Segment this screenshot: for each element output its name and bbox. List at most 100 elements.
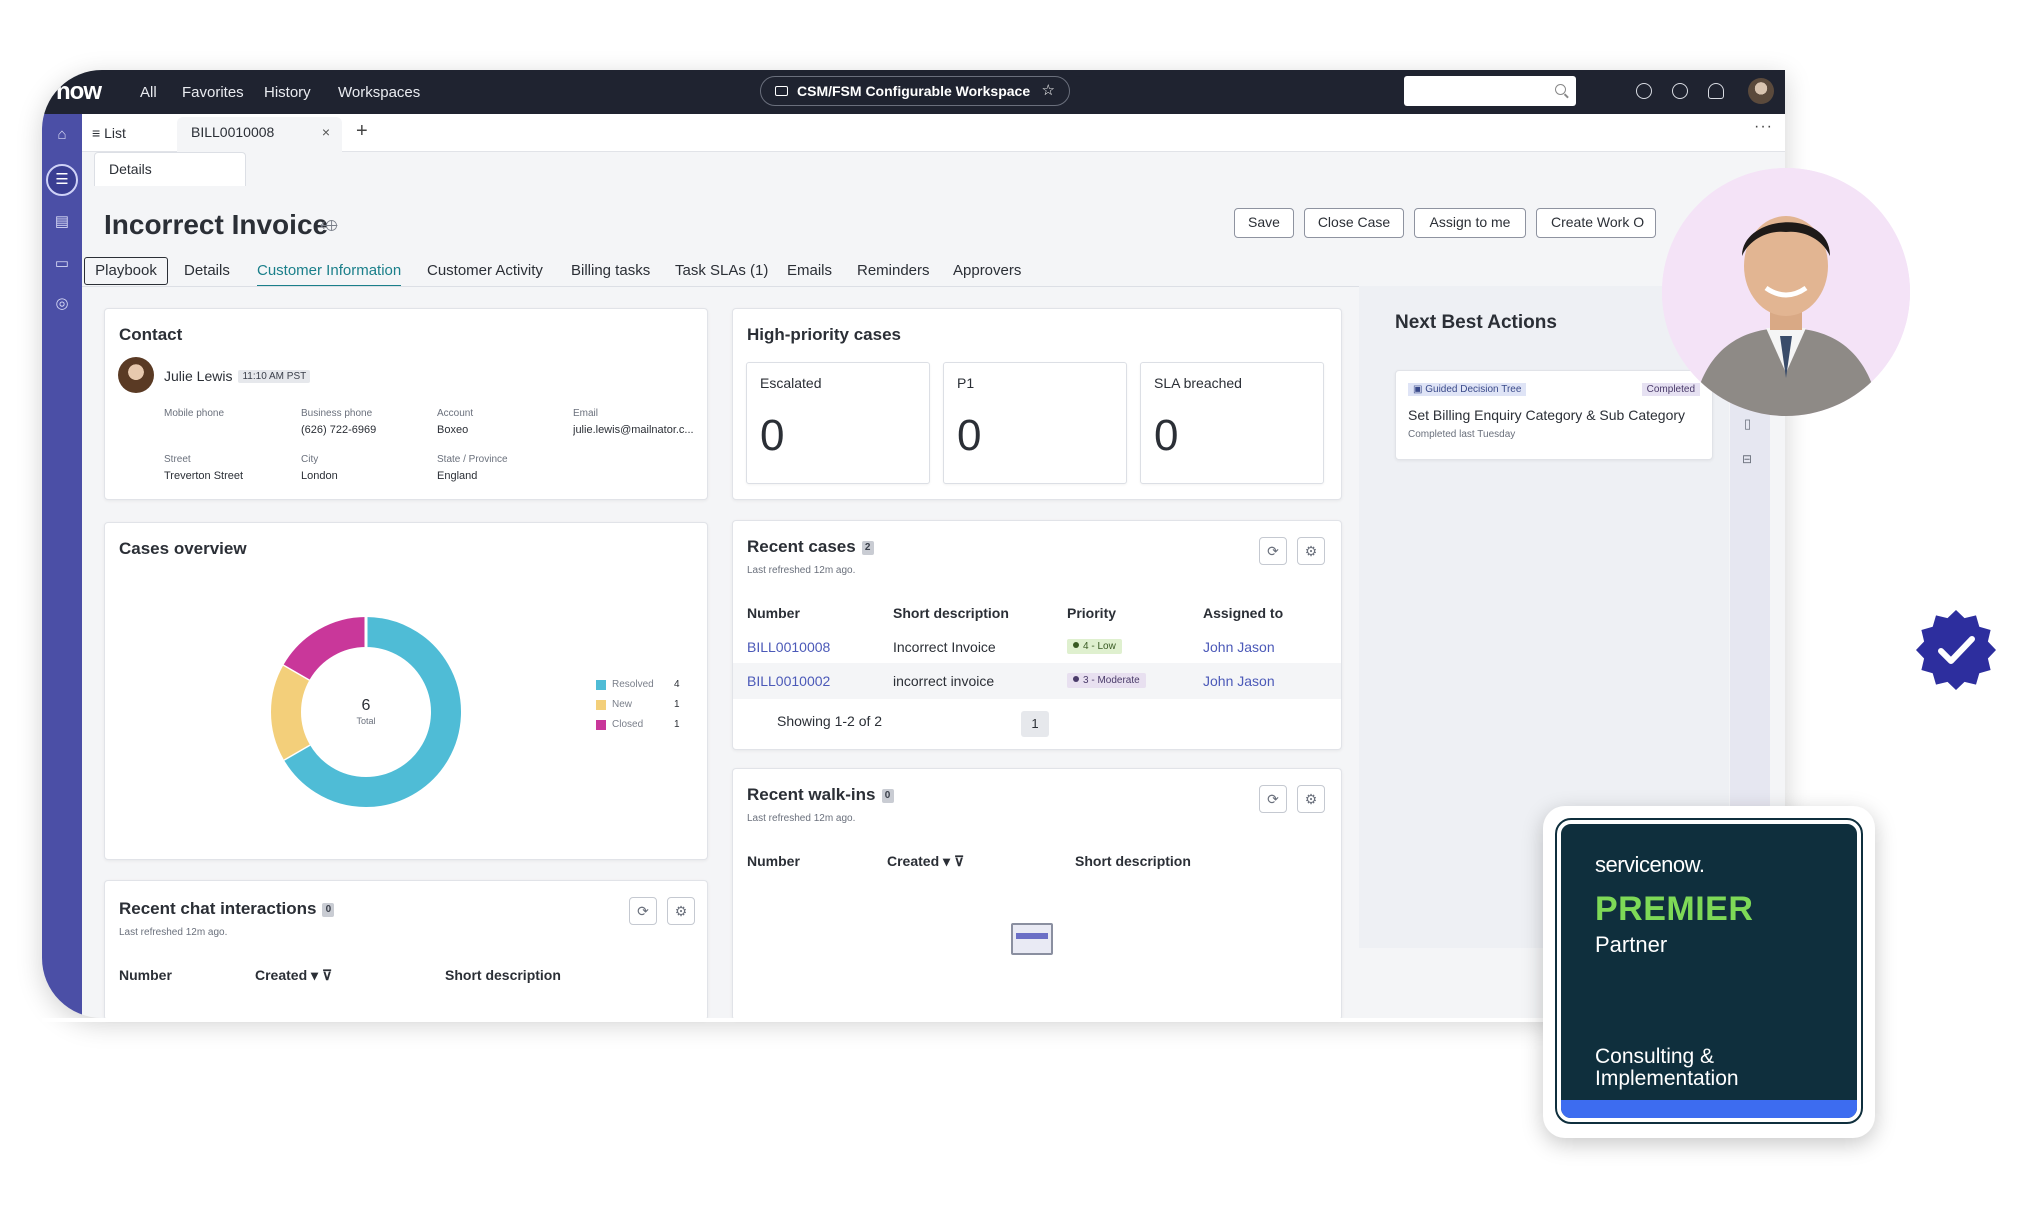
count-badge: 0 — [322, 903, 335, 917]
legend-value: 1 — [674, 699, 680, 710]
case-number-link[interactable]: BILL0010008 — [747, 639, 830, 655]
assignee-link[interactable]: John Jason — [1203, 639, 1275, 655]
tab-billing-tasks[interactable]: Billing tasks — [571, 262, 650, 279]
close-icon[interactable]: × — [322, 117, 330, 147]
save-button[interactable]: Save — [1234, 208, 1294, 238]
donut-slice-new[interactable] — [271, 664, 310, 760]
tab-emails[interactable]: Emails — [787, 262, 832, 279]
compare-icon[interactable]: ⊟ — [1742, 452, 1752, 466]
close-case-button[interactable]: Close Case — [1304, 208, 1404, 238]
details-subtab[interactable]: Details — [94, 152, 246, 186]
home-icon[interactable]: ⌂ — [51, 126, 73, 146]
list-icon[interactable]: ☰ — [46, 164, 78, 196]
kpi-p1[interactable]: P1 0 — [943, 362, 1127, 484]
search-icon[interactable] — [1555, 84, 1566, 95]
kpi-sla-breached[interactable]: SLA breached 0 — [1140, 362, 1324, 484]
nav-favorites[interactable]: Favorites — [182, 84, 244, 101]
recent-chat-card: Recent chat interactions 0 Last refreshed… — [104, 880, 708, 1020]
tab-playbook[interactable]: Playbook — [84, 257, 168, 285]
tab-customer-information[interactable]: Customer Information — [257, 262, 402, 287]
case-number-link[interactable]: BILL0010002 — [747, 673, 830, 689]
servicenow-logo[interactable]: now — [56, 78, 102, 106]
more-icon[interactable]: ··· — [1754, 118, 1773, 136]
column-header[interactable]: Priority — [1067, 605, 1116, 621]
nav-history[interactable]: History — [264, 84, 311, 101]
column-header[interactable]: Number — [747, 853, 800, 869]
field-label: Mobile phone — [164, 408, 225, 419]
gear-icon[interactable]: ⚙ — [1297, 785, 1325, 813]
legend-item[interactable]: Closed 1 — [596, 718, 696, 738]
kpi-escalated[interactable]: Escalated 0 — [746, 362, 930, 484]
premier-badge-inner: servicenow. PREMIER Partner Consulting &… — [1555, 818, 1863, 1124]
tab-approvers[interactable]: Approvers — [953, 262, 1021, 279]
column-header[interactable]: Short description — [893, 605, 1009, 621]
record-tab[interactable]: BILL0010008 × — [177, 117, 342, 152]
filter-icon[interactable]: ⊽ — [954, 853, 964, 869]
refresh-icon[interactable]: ⟳ — [629, 897, 657, 925]
nba-card-tag: ▣ Guided Decision Tree — [1408, 383, 1527, 396]
help-icon[interactable] — [1672, 83, 1688, 99]
assignee-link[interactable]: John Jason — [1203, 673, 1275, 689]
document-icon[interactable]: ▯ — [1744, 416, 1751, 432]
global-search-input[interactable] — [1404, 76, 1576, 106]
column-header[interactable]: Assigned to — [1203, 605, 1283, 621]
page-button[interactable]: 1 — [1021, 711, 1049, 737]
refresh-icon[interactable]: ⟳ — [1259, 537, 1287, 565]
legend-item[interactable]: New 1 — [596, 698, 696, 718]
nba-card[interactable]: ▣ Guided Decision Tree Completed Set Bil… — [1395, 370, 1713, 460]
person-photo — [1662, 168, 1910, 416]
field-label: Account — [437, 408, 474, 419]
last-refreshed: Last refreshed 12m ago. — [119, 927, 228, 938]
last-refreshed: Last refreshed 12m ago. — [747, 813, 856, 824]
nav-workspaces[interactable]: Workspaces — [338, 84, 420, 101]
table-row[interactable]: BILL0010008 Incorrect Invoice 4 - Low Jo… — [733, 627, 1341, 663]
premier-title: PREMIER — [1595, 890, 1754, 928]
top-nav-bar: now All Favorites History Workspaces CSM… — [42, 70, 1785, 114]
column-header[interactable]: Number — [119, 967, 172, 983]
gear-icon[interactable]: ⚙ — [1297, 537, 1325, 565]
donut-slice-closed[interactable] — [283, 617, 367, 680]
add-tab-icon[interactable]: + — [356, 120, 368, 143]
tag-icon[interactable]: ⬲ — [320, 218, 338, 236]
filter-icon[interactable]: ⊽ — [322, 967, 332, 983]
partner-subtitle: Partner — [1595, 932, 1668, 957]
badge-accent-bar — [1561, 1100, 1857, 1118]
list-tab-label: List — [104, 125, 126, 141]
cases-overview-title: Cases overview — [119, 539, 247, 558]
field-value: England — [437, 470, 478, 482]
pagination-summary: Showing 1-2 of 2 — [777, 713, 883, 729]
recent-chat-title-row: Recent chat interactions 0 — [119, 899, 335, 919]
assign-to-me-button[interactable]: Assign to me — [1414, 208, 1526, 238]
create-work-order-button[interactable]: Create Work O — [1536, 208, 1656, 238]
dashboard-icon[interactable]: ◎ — [51, 294, 73, 314]
globe-icon[interactable] — [1636, 83, 1652, 99]
legend-item[interactable]: Resolved 4 — [596, 678, 696, 698]
column-header[interactable]: Short description — [445, 967, 561, 983]
bell-icon[interactable] — [1708, 83, 1724, 99]
legend-swatch — [596, 680, 606, 690]
badge-description: Consulting & Implementation — [1595, 1045, 1739, 1090]
contact-name[interactable]: Julie Lewis — [164, 368, 232, 384]
gear-icon[interactable]: ⚙ — [667, 897, 695, 925]
workspace-title-pill[interactable]: CSM/FSM Configurable Workspace ☆ — [760, 76, 1070, 106]
table-row[interactable]: BILL0010002 incorrect invoice 3 - Modera… — [733, 663, 1341, 699]
agent-icon[interactable]: ▭ — [51, 254, 73, 274]
refresh-icon[interactable]: ⟳ — [1259, 785, 1287, 813]
tab-reminders[interactable]: Reminders — [857, 262, 930, 279]
empty-state-icon — [1011, 923, 1053, 955]
cases-donut-chart: 6 Total — [271, 617, 461, 807]
column-header[interactable]: Short description — [1075, 853, 1191, 869]
field-label: Email — [573, 408, 599, 419]
column-header[interactable]: Number — [747, 605, 800, 621]
column-header-created[interactable]: Created ▾ ⊽ — [255, 967, 332, 984]
kpi-label: SLA breached — [1154, 375, 1242, 391]
list-tab[interactable]: ≡ List — [92, 125, 126, 141]
tab-customer-activity[interactable]: Customer Activity — [427, 262, 543, 279]
star-icon[interactable]: ☆ — [1042, 77, 1055, 105]
tab-details[interactable]: Details — [184, 262, 230, 279]
nav-all[interactable]: All — [140, 84, 157, 101]
tab-task-slas[interactable]: Task SLAs (1) — [675, 262, 768, 279]
user-avatar[interactable] — [1748, 78, 1774, 104]
column-header-created[interactable]: Created ▾ ⊽ — [887, 853, 964, 870]
inbox-icon[interactable]: ▤ — [51, 212, 73, 232]
